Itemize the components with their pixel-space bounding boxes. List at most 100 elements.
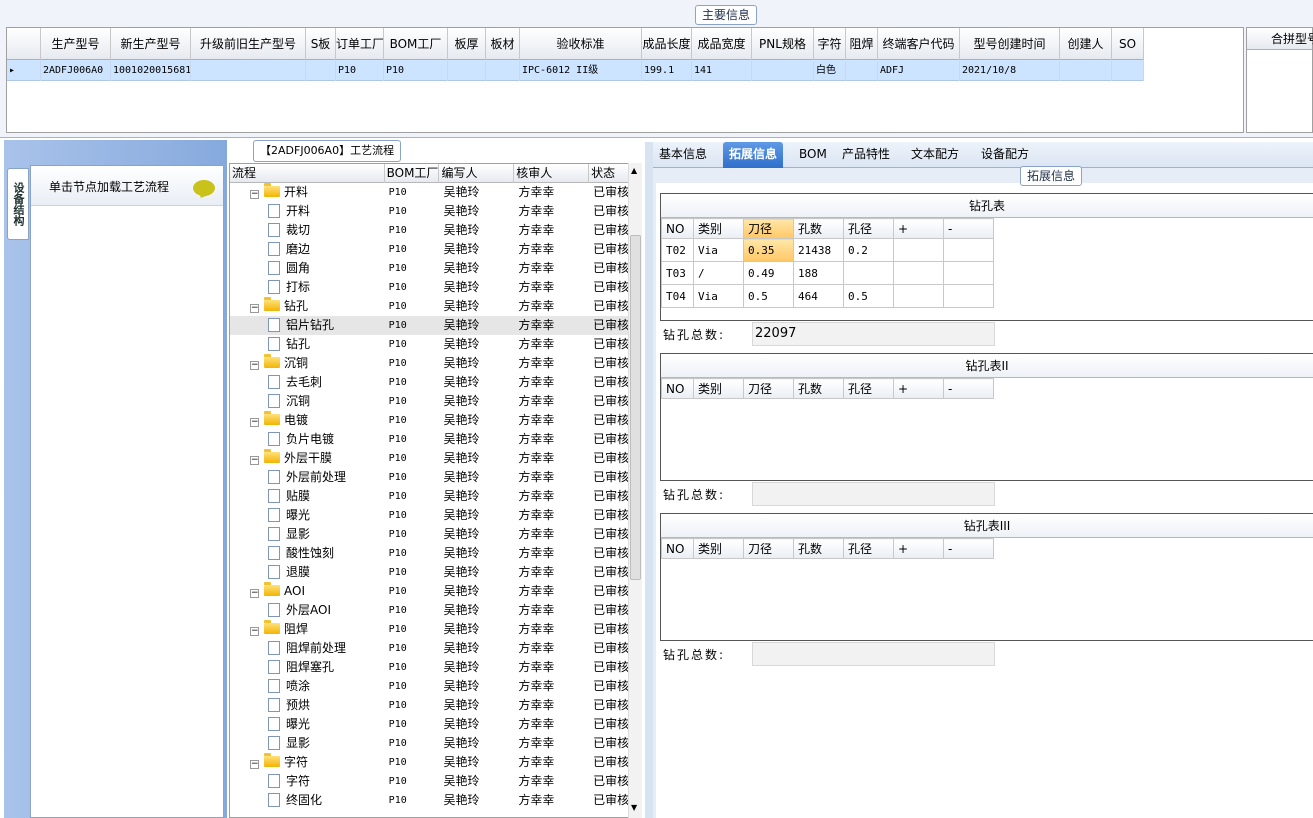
drill-table2-col-header[interactable]: + — [893, 378, 944, 399]
collapse-toggle-icon[interactable]: − — [250, 418, 259, 427]
drill-table2-col-header[interactable]: 刀径 — [743, 378, 794, 399]
drill-table3-col-header[interactable]: + — [893, 538, 944, 559]
speech-bubble-icon[interactable] — [193, 180, 215, 196]
drill-table1-cell[interactable] — [843, 261, 894, 285]
flow-row[interactable]: 铝片钻孔 P10 吴艳玲 方幸幸 已审核 — [230, 316, 641, 335]
flow-node[interactable]: 阻焊塞孔 — [230, 658, 385, 677]
flow-col-header[interactable]: BOM工厂 — [385, 164, 440, 183]
drill-table1-cell[interactable]: 0.5 — [743, 284, 794, 308]
flow-node[interactable]: − 开料 — [230, 183, 385, 202]
flow-row[interactable]: 阻焊塞孔 P10 吴艳玲 方幸幸 已审核 — [230, 658, 641, 677]
grid-col-header[interactable]: 成品长度 — [642, 28, 692, 60]
flow-row[interactable]: − 电镀 P10 吴艳玲 方幸幸 已审核 — [230, 411, 641, 430]
flow-row[interactable]: − 钻孔 P10 吴艳玲 方幸幸 已审核 — [230, 297, 641, 316]
drill-table2-col-header[interactable]: - — [943, 378, 994, 399]
flow-row[interactable]: 钻孔 P10 吴艳玲 方幸幸 已审核 — [230, 335, 641, 354]
flow-node[interactable]: 终固化 — [230, 791, 385, 810]
flow-row[interactable]: − 阻焊 P10 吴艳玲 方幸幸 已审核 — [230, 620, 641, 639]
drill-table1-col-header[interactable]: 刀径 — [743, 218, 794, 239]
drill-table3-col-header[interactable]: NO — [661, 538, 694, 559]
flow-node[interactable]: 字符 — [230, 772, 385, 791]
grid-col-header[interactable]: 终端客户代码 — [878, 28, 960, 60]
flow-row[interactable]: 外层AOI P10 吴艳玲 方幸幸 已审核 — [230, 601, 641, 620]
device-structure-tab[interactable]: 设备结构 — [7, 168, 29, 240]
grid-cell[interactable]: 199.1 — [642, 60, 692, 81]
tab-3[interactable]: 产品特性 — [836, 142, 896, 168]
flow-node[interactable]: − 阻焊 — [230, 620, 385, 639]
collapse-toggle-icon[interactable]: − — [250, 627, 259, 636]
scroll-down-icon[interactable]: ▼ — [631, 803, 637, 812]
grid-cell[interactable]: 白色 — [814, 60, 846, 81]
grid-col-header[interactable]: BOM工厂 — [384, 28, 448, 60]
flow-row[interactable]: 终固化 P10 吴艳玲 方幸幸 已审核 — [230, 791, 641, 810]
flow-node[interactable]: 酸性蚀刻 — [230, 544, 385, 563]
grid-cell[interactable] — [306, 60, 336, 81]
drill-table1-cell[interactable]: T04 — [661, 284, 694, 308]
drill-table3-col-header[interactable]: - — [943, 538, 994, 559]
flow-node[interactable]: 圆角 — [230, 259, 385, 278]
grid-col-header[interactable]: 阻焊 — [846, 28, 878, 60]
drill-table3-col-header[interactable]: 孔数 — [793, 538, 844, 559]
grid-col-header[interactable]: SO — [1112, 28, 1144, 60]
tab-5[interactable]: 设备配方 — [975, 142, 1035, 168]
flow-node[interactable]: 裁切 — [230, 221, 385, 240]
flow-node[interactable]: − 字符 — [230, 753, 385, 772]
drill-table1-cell[interactable]: / — [693, 261, 744, 285]
drill-table1-cell[interactable] — [943, 284, 994, 308]
flow-row[interactable]: 去毛刺 P10 吴艳玲 方幸幸 已审核 — [230, 373, 641, 392]
grid-cell[interactable]: P10 — [336, 60, 384, 81]
flow-row[interactable]: 圆角 P10 吴艳玲 方幸幸 已审核 — [230, 259, 641, 278]
drill-table2-col-header[interactable]: NO — [661, 378, 694, 399]
flow-row[interactable]: 开料 P10 吴艳玲 方幸幸 已审核 — [230, 202, 641, 221]
grid-col-header[interactable]: 验收标准 — [520, 28, 642, 60]
drill-table2-col-header[interactable]: 孔数 — [793, 378, 844, 399]
grid-cell[interactable]: ADFJ — [878, 60, 960, 81]
drill-table1-cell[interactable]: 21438 — [793, 238, 844, 262]
grid-col-header[interactable]: 板材 — [486, 28, 520, 60]
drill-table1-col-header[interactable]: + — [893, 218, 944, 239]
drill-table3-col-header[interactable]: 孔径 — [843, 538, 894, 559]
collapse-toggle-icon[interactable]: − — [250, 456, 259, 465]
grid-col-header[interactable]: 板厚 — [448, 28, 486, 60]
drill-table1-cell[interactable] — [943, 261, 994, 285]
grid-cell[interactable]: P10 — [384, 60, 448, 81]
grid-cell[interactable]: IPC-6012 II级 — [520, 60, 642, 81]
drill-table1-col-header[interactable]: - — [943, 218, 994, 239]
grid-cell[interactable] — [846, 60, 878, 81]
flow-node[interactable]: 喷涂 — [230, 677, 385, 696]
flow-node[interactable]: − AOI — [230, 582, 385, 601]
main-info-row[interactable]: ▸ 2ADFJ006A0 10010200156819 P10 P10 IPC-6012 … — [7, 60, 1144, 81]
flow-node[interactable]: − 电镀 — [230, 411, 385, 430]
flow-node[interactable]: 显影 — [230, 734, 385, 753]
collapse-toggle-icon[interactable]: − — [250, 760, 259, 769]
grid-col-header[interactable]: 生产型号 — [41, 28, 111, 60]
drill-table1-row[interactable]: T03/0.49 188 — [661, 261, 994, 285]
drill-table1-cell[interactable]: 0.5 — [843, 284, 894, 308]
drill-table1-cell[interactable] — [943, 238, 994, 262]
grid-col-header[interactable]: 创建人 — [1060, 28, 1112, 60]
drill-total-field-1[interactable]: 22097 — [752, 322, 995, 346]
flow-row[interactable]: − 沉铜 P10 吴艳玲 方幸幸 已审核 — [230, 354, 641, 373]
flow-row[interactable]: 贴膜 P10 吴艳玲 方幸幸 已审核 — [230, 487, 641, 506]
drill-table1-cell[interactable] — [893, 238, 944, 262]
grid-col-header[interactable]: 新生产型号 — [111, 28, 191, 60]
drill-table1-cell[interactable]: Via — [693, 284, 744, 308]
flow-row[interactable]: 外层前处理 P10 吴艳玲 方幸幸 已审核 — [230, 468, 641, 487]
collapse-toggle-icon[interactable]: − — [250, 589, 259, 598]
drill-total-field-2[interactable] — [752, 482, 995, 506]
grid-cell[interactable] — [191, 60, 306, 81]
flow-node[interactable]: 去毛刺 — [230, 373, 385, 392]
flow-node[interactable]: 打标 — [230, 278, 385, 297]
flow-node[interactable]: 曝光 — [230, 715, 385, 734]
drill-table1-col-header[interactable]: 孔径 — [843, 218, 894, 239]
flow-node[interactable]: − 钻孔 — [230, 297, 385, 316]
drill-table1-row[interactable]: T02 Via 0.35 21438 0.2 — [661, 238, 994, 262]
flow-node[interactable]: 贴膜 — [230, 487, 385, 506]
grid-cell[interactable] — [1060, 60, 1112, 81]
grid-col-header[interactable]: 订单工厂 — [336, 28, 384, 60]
flow-node[interactable]: 负片电镀 — [230, 430, 385, 449]
drill-table1-col-header[interactable]: NO — [661, 218, 694, 239]
flow-node[interactable]: 铝片钻孔 — [230, 316, 385, 335]
drill-table1-row[interactable]: T04 Via 0.5 464 0.5 — [661, 284, 994, 308]
drill-total-field-3[interactable] — [752, 642, 995, 666]
